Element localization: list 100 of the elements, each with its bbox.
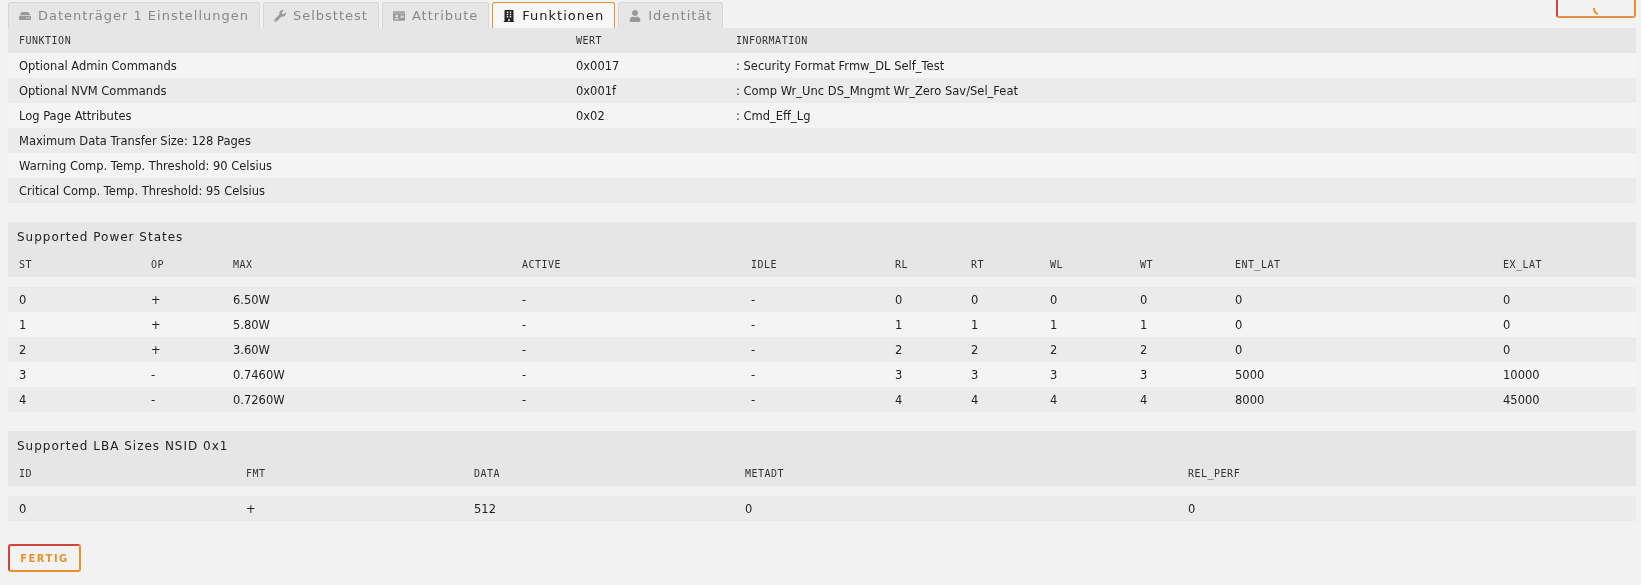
table-cell-text: 0 xyxy=(1503,317,1512,332)
table-cell-text: 45000 xyxy=(1503,392,1541,407)
table-cell-text: 0x0017 xyxy=(576,58,621,73)
table-cell-text: + xyxy=(151,292,162,307)
table-cell-text: - xyxy=(751,392,757,407)
table-cell-text: - xyxy=(522,392,528,407)
table-cell-text: 3 xyxy=(19,367,28,382)
table-cell-text: 0 xyxy=(1503,342,1512,357)
table-cell-text: 0.7260W xyxy=(233,392,286,407)
tab[interactable]: Identität xyxy=(618,2,724,28)
table-cell-text: : Comp Wr_Unc DS_Mngmt Wr_Zero Sav/Sel_Feat xyxy=(736,83,1019,98)
table-cell-text: 3.60W xyxy=(233,342,271,357)
table-cell-text: + xyxy=(151,317,162,332)
table-cell-text: 0 xyxy=(971,292,980,307)
table-cell-text: - xyxy=(151,392,157,407)
table-cell-text: 0 xyxy=(1503,292,1512,307)
table-cell-text: 0 xyxy=(1235,292,1244,307)
table-cell-text: : Security Format Frmw_DL Self_Test xyxy=(736,58,946,73)
table-cell-text: 4 xyxy=(1140,392,1149,407)
table-cell-text: 10000 xyxy=(1503,367,1541,382)
tab[interactable]: Datenträger 1 Einstellungen xyxy=(8,2,260,28)
column-header: ST xyxy=(19,259,34,270)
table-cell-text: 8000 xyxy=(1235,392,1266,407)
table-cell-text: 1 xyxy=(19,317,28,332)
table-cell-text: 0 xyxy=(1235,317,1244,332)
table-cell-text: 0 xyxy=(1140,292,1149,307)
table-cell-text: 3 xyxy=(971,367,980,382)
table-cell-text: - xyxy=(522,342,528,357)
table-cell-text: + xyxy=(246,501,257,516)
table-cell-text: Maximum Data Transfer Size: 128 Pages xyxy=(19,133,252,148)
column-header: FMT xyxy=(246,468,267,479)
column-header: ENT_LAT xyxy=(1235,259,1282,270)
tab[interactable]: Attribute xyxy=(381,2,490,28)
table-cell-text: - xyxy=(751,292,757,307)
column-header: FUNKTION xyxy=(19,35,73,46)
column-header: INFORMATION xyxy=(736,35,809,46)
table-cell-text: 0x001f xyxy=(576,83,618,98)
user-icon xyxy=(629,9,642,22)
table-cell-text: 0 xyxy=(1050,292,1059,307)
table-cell-text: 0 xyxy=(19,501,28,516)
table-cell-text: 0x02 xyxy=(576,108,606,123)
table-cell-text: - xyxy=(751,367,757,382)
table-cell-text: - xyxy=(151,367,157,382)
section-title: Supported Power States xyxy=(8,222,1636,252)
table-cell-text: 2 xyxy=(895,342,904,357)
tab[interactable]: Funktionen xyxy=(492,2,616,28)
table-cell-text: - xyxy=(522,317,528,332)
column-header: WERT xyxy=(576,35,604,46)
table-cell-text: Warning Comp. Temp. Threshold: 90 Celsius xyxy=(19,158,274,173)
wrench-icon xyxy=(274,9,286,22)
table-cell-text: - xyxy=(751,342,757,357)
table-cell-text: 3 xyxy=(1140,367,1149,382)
table-cell-text: 6.50W xyxy=(233,292,271,307)
table-cell-text: 1 xyxy=(971,317,980,332)
id-card-icon xyxy=(392,9,405,22)
table-cell-text: 512 xyxy=(474,501,497,516)
column-header: WL xyxy=(1050,259,1065,270)
column-header: REL_PERF xyxy=(1188,468,1242,479)
table-cell-text: 2 xyxy=(1140,342,1149,357)
table-cell-text: - xyxy=(522,292,528,307)
table-cell-text: 5000 xyxy=(1235,367,1266,382)
table-cell-text: - xyxy=(522,367,528,382)
column-header: OP xyxy=(151,259,166,270)
table-cell-text: - xyxy=(751,317,757,332)
table-cell-text: 3 xyxy=(895,367,904,382)
column-header: DATA xyxy=(474,468,502,479)
tab[interactable]: Selbsttest xyxy=(263,2,379,28)
table-cell-text: 4 xyxy=(895,392,904,407)
column-header: WT xyxy=(1140,259,1155,270)
table-cell-text: 4 xyxy=(971,392,980,407)
table-cell-text: 1 xyxy=(1140,317,1149,332)
table-cell-text: + xyxy=(151,342,162,357)
column-header: IDLE xyxy=(751,259,779,270)
column-header: ID xyxy=(19,468,34,479)
table-cell-text: 1 xyxy=(895,317,904,332)
column-header: ACTIVE xyxy=(522,259,563,270)
table-cell-text: : Cmd_Eff_Lg xyxy=(736,108,812,123)
table-cell-text: 4 xyxy=(1050,392,1059,407)
column-header: RT xyxy=(971,259,986,270)
table-cell-text: Optional Admin Commands xyxy=(19,58,178,73)
done-button[interactable]: FERTIG xyxy=(8,544,81,572)
table-cell-text: 0.7460W xyxy=(233,367,286,382)
drive-icon xyxy=(19,9,31,22)
table-cell-text: 2 xyxy=(1050,342,1059,357)
table-cell-text: 0 xyxy=(1188,501,1197,516)
table-cell-text: 1 xyxy=(1050,317,1059,332)
section-title: Supported LBA Sizes NSID 0x1 xyxy=(8,431,1636,461)
column-header: MAX xyxy=(233,259,254,270)
column-header: RL xyxy=(895,259,910,270)
table-cell-text: Critical Comp. Temp. Threshold: 95 Celsius xyxy=(19,183,266,198)
table-cell-text: Optional NVM Commands xyxy=(19,83,168,98)
table-cell-text: 0 xyxy=(745,501,754,516)
table-cell-text: 5.80W xyxy=(233,317,271,332)
building-icon xyxy=(503,9,516,22)
table-cell-text: Log Page Attributes xyxy=(19,108,133,123)
column-header: METADT xyxy=(745,468,786,479)
column-header: EX_LAT xyxy=(1503,259,1544,270)
table-cell-text: 2 xyxy=(971,342,980,357)
table-cell-text: 0 xyxy=(19,292,28,307)
table-cell-text: 0 xyxy=(1235,342,1244,357)
